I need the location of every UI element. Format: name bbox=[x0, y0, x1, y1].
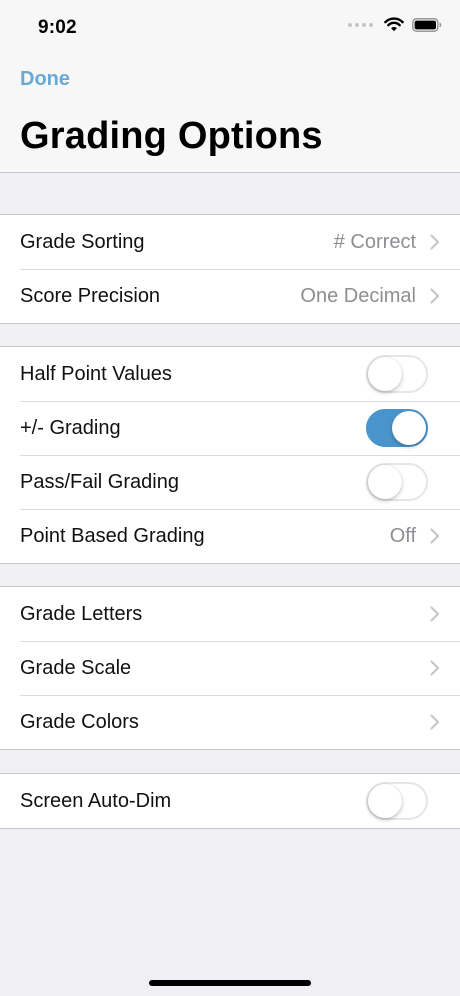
plus-minus-grading-label: +/- Grading bbox=[20, 417, 121, 439]
section-grade-appearance: Grade Letters Grade Scale Grade Colors bbox=[0, 586, 460, 750]
navigation-header: 9:02 Done Grading Options bbox=[0, 0, 460, 173]
grade-sorting-value: # Correct bbox=[333, 231, 416, 253]
pass-fail-grading-label: Pass/Fail Grading bbox=[20, 471, 179, 493]
half-point-values-toggle[interactable] bbox=[366, 355, 428, 393]
toggle-knob bbox=[392, 411, 426, 445]
chevron-right-icon bbox=[430, 606, 440, 622]
half-point-values-label: Half Point Values bbox=[20, 363, 172, 385]
chevron-right-icon bbox=[430, 714, 440, 730]
done-button[interactable]: Done bbox=[20, 68, 70, 91]
screen-auto-dim-label: Screen Auto-Dim bbox=[20, 790, 172, 812]
battery-icon bbox=[412, 17, 442, 32]
chevron-right-icon bbox=[430, 528, 440, 544]
cellular-dots-icon bbox=[348, 22, 373, 27]
chevron-right-icon bbox=[430, 234, 440, 250]
status-bar: 9:02 bbox=[0, 0, 460, 56]
page-title: Grading Options bbox=[20, 115, 323, 157]
chevron-right-icon bbox=[430, 288, 440, 304]
toggle-knob bbox=[368, 357, 402, 391]
screen-auto-dim-toggle[interactable] bbox=[366, 782, 428, 820]
toggle-knob bbox=[368, 465, 402, 499]
toggle-knob bbox=[368, 784, 402, 818]
section-screen: Screen Auto-Dim bbox=[0, 773, 460, 829]
plus-minus-grading-row: +/- Grading bbox=[0, 401, 460, 455]
pass-fail-grading-toggle[interactable] bbox=[366, 463, 428, 501]
grade-scale-label: Grade Scale bbox=[20, 657, 132, 679]
pass-fail-grading-row: Pass/Fail Grading bbox=[0, 455, 460, 509]
status-icons bbox=[348, 17, 442, 32]
score-precision-label: Score Precision bbox=[20, 285, 161, 307]
score-precision-value: One Decimal bbox=[300, 285, 416, 307]
chevron-right-icon bbox=[430, 660, 440, 676]
grade-sorting-label: Grade Sorting bbox=[20, 231, 145, 253]
point-based-grading-value: Off bbox=[389, 525, 416, 547]
point-based-grading-label: Point Based Grading bbox=[20, 525, 205, 547]
section-grading-modes: Half Point Values +/- Grading Pass/Fail … bbox=[0, 346, 460, 564]
grade-colors-label: Grade Colors bbox=[20, 711, 139, 733]
point-based-grading-row[interactable]: Point Based Grading Off bbox=[0, 509, 460, 563]
half-point-values-row: Half Point Values bbox=[0, 347, 460, 401]
score-precision-row[interactable]: Score Precision One Decimal bbox=[0, 269, 460, 323]
grade-letters-label: Grade Letters bbox=[20, 603, 143, 625]
grade-sorting-row[interactable]: Grade Sorting # Correct bbox=[0, 215, 460, 269]
status-time: 9:02 bbox=[38, 17, 77, 38]
grade-letters-row[interactable]: Grade Letters bbox=[0, 587, 460, 641]
wifi-icon bbox=[384, 17, 404, 32]
grade-colors-row[interactable]: Grade Colors bbox=[0, 695, 460, 749]
grade-scale-row[interactable]: Grade Scale bbox=[0, 641, 460, 695]
screen-auto-dim-row: Screen Auto-Dim bbox=[0, 774, 460, 828]
home-indicator[interactable] bbox=[149, 980, 311, 986]
section-sorting: Grade Sorting # Correct Score Precision … bbox=[0, 214, 460, 324]
plus-minus-grading-toggle[interactable] bbox=[366, 409, 428, 447]
